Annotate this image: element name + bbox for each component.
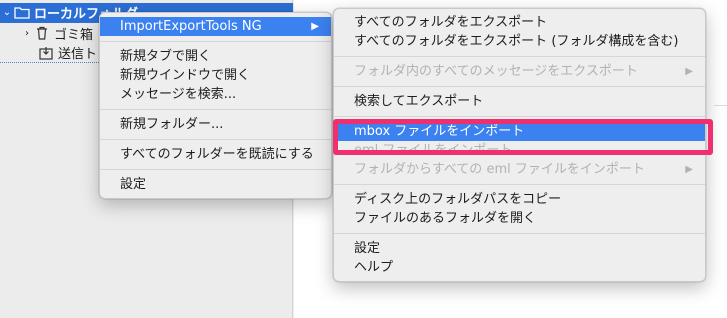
menu-item-label: ディスク上のフォルダパスをコピー xyxy=(354,192,562,207)
menu-item-label: メッセージを検索... xyxy=(120,87,237,102)
menu-item-label: 検索してエクスポート xyxy=(354,94,484,109)
menu-item-label: eml ファイルをインポート xyxy=(354,143,513,158)
divider xyxy=(714,105,727,106)
folder-context-menu: ImportExportTools NG ▶ 新規タブで開く 新規ウインドウで開… xyxy=(99,12,332,199)
menu-item-label: フォルダ内のすべてのメッセージをエクスポート xyxy=(354,64,638,79)
menu-item-label: フォルダからすべての eml ファイルをインポート xyxy=(354,162,645,177)
menu-separator xyxy=(100,41,331,42)
menu-item-label: ファイルのあるフォルダを開く xyxy=(354,211,537,226)
menu-item-search-messages[interactable]: メッセージを検索... xyxy=(100,85,331,104)
menu-separator xyxy=(100,169,331,170)
menu-item-label: 新規フォルダー... xyxy=(120,117,224,132)
menu-separator xyxy=(100,139,331,140)
menu-item-open-new-tab[interactable]: 新規タブで開く xyxy=(100,47,331,66)
submenu-item-import-mbox[interactable]: mbox ファイルをインポート xyxy=(334,122,705,141)
submenu-item-import-eml[interactable]: eml ファイルをインポート xyxy=(334,141,705,160)
trash-icon xyxy=(34,26,50,40)
menu-separator xyxy=(334,184,705,185)
submenu-item-settings[interactable]: 設定 xyxy=(334,239,705,258)
menu-item-mark-all-read[interactable]: すべてのフォルダーを既読にする xyxy=(100,145,331,164)
menu-item-importexporttools[interactable]: ImportExportTools NG ▶ xyxy=(100,17,331,36)
menu-separator xyxy=(334,56,705,57)
submenu-item-help[interactable]: ヘルプ xyxy=(334,258,705,277)
menu-item-label: 設定 xyxy=(120,177,147,192)
submenu-item-export-all-structure[interactable]: すべてのフォルダをエクスポート (フォルダ構成を含む) xyxy=(334,32,705,51)
menu-item-new-folder[interactable]: 新規フォルダー... xyxy=(100,115,331,134)
submenu-item-export-folder-messages[interactable]: フォルダ内のすべてのメッセージをエクスポート ▶ xyxy=(334,62,705,81)
menu-item-label: すべてのフォルダをエクスポート (フォルダ構成を含む) xyxy=(354,34,679,49)
folder-label-trash: ゴミ箱 xyxy=(54,27,94,43)
menu-item-label: 新規ウインドウで開く xyxy=(120,68,251,83)
submenu-item-export-all[interactable]: すべてのフォルダをエクスポート xyxy=(334,13,705,32)
submenu-item-open-folder-location[interactable]: ファイルのあるフォルダを開く xyxy=(334,209,705,228)
menu-item-label: すべてのフォルダーを既読にする xyxy=(120,147,314,162)
menu-item-label: ヘルプ xyxy=(354,260,394,275)
folder-label-sent: 送信ト xyxy=(58,47,98,62)
menu-item-label: すべてのフォルダをエクスポート xyxy=(354,15,548,30)
submenu-arrow-icon: ▶ xyxy=(685,66,693,77)
folder-icon xyxy=(14,6,30,20)
menu-item-label: 設定 xyxy=(354,241,381,256)
chevron-right-icon[interactable]: › xyxy=(20,28,34,39)
menu-separator xyxy=(334,233,705,234)
menu-separator xyxy=(334,86,705,87)
menu-item-label: ImportExportTools NG xyxy=(120,19,262,34)
menu-item-settings[interactable]: 設定 xyxy=(100,175,331,194)
outbox-icon xyxy=(38,46,54,60)
importexport-submenu: すべてのフォルダをエクスポート すべてのフォルダをエクスポート (フォルダ構成を… xyxy=(333,8,706,282)
menu-separator xyxy=(334,116,705,117)
submenu-arrow-icon: ▶ xyxy=(685,164,693,175)
menu-item-label: 新規タブで開く xyxy=(120,49,212,64)
submenu-item-search-export[interactable]: 検索してエクスポート xyxy=(334,92,705,111)
submenu-item-import-eml-folder[interactable]: フォルダからすべての eml ファイルをインポート ▶ xyxy=(334,160,705,179)
chevron-down-icon[interactable]: ⌄ xyxy=(0,7,14,18)
menu-item-label: mbox ファイルをインポート xyxy=(354,124,525,139)
menu-separator xyxy=(100,109,331,110)
submenu-arrow-icon: ▶ xyxy=(311,21,319,32)
menu-item-open-new-window[interactable]: 新規ウインドウで開く xyxy=(100,66,331,85)
submenu-item-copy-folder-path[interactable]: ディスク上のフォルダパスをコピー xyxy=(334,190,705,209)
